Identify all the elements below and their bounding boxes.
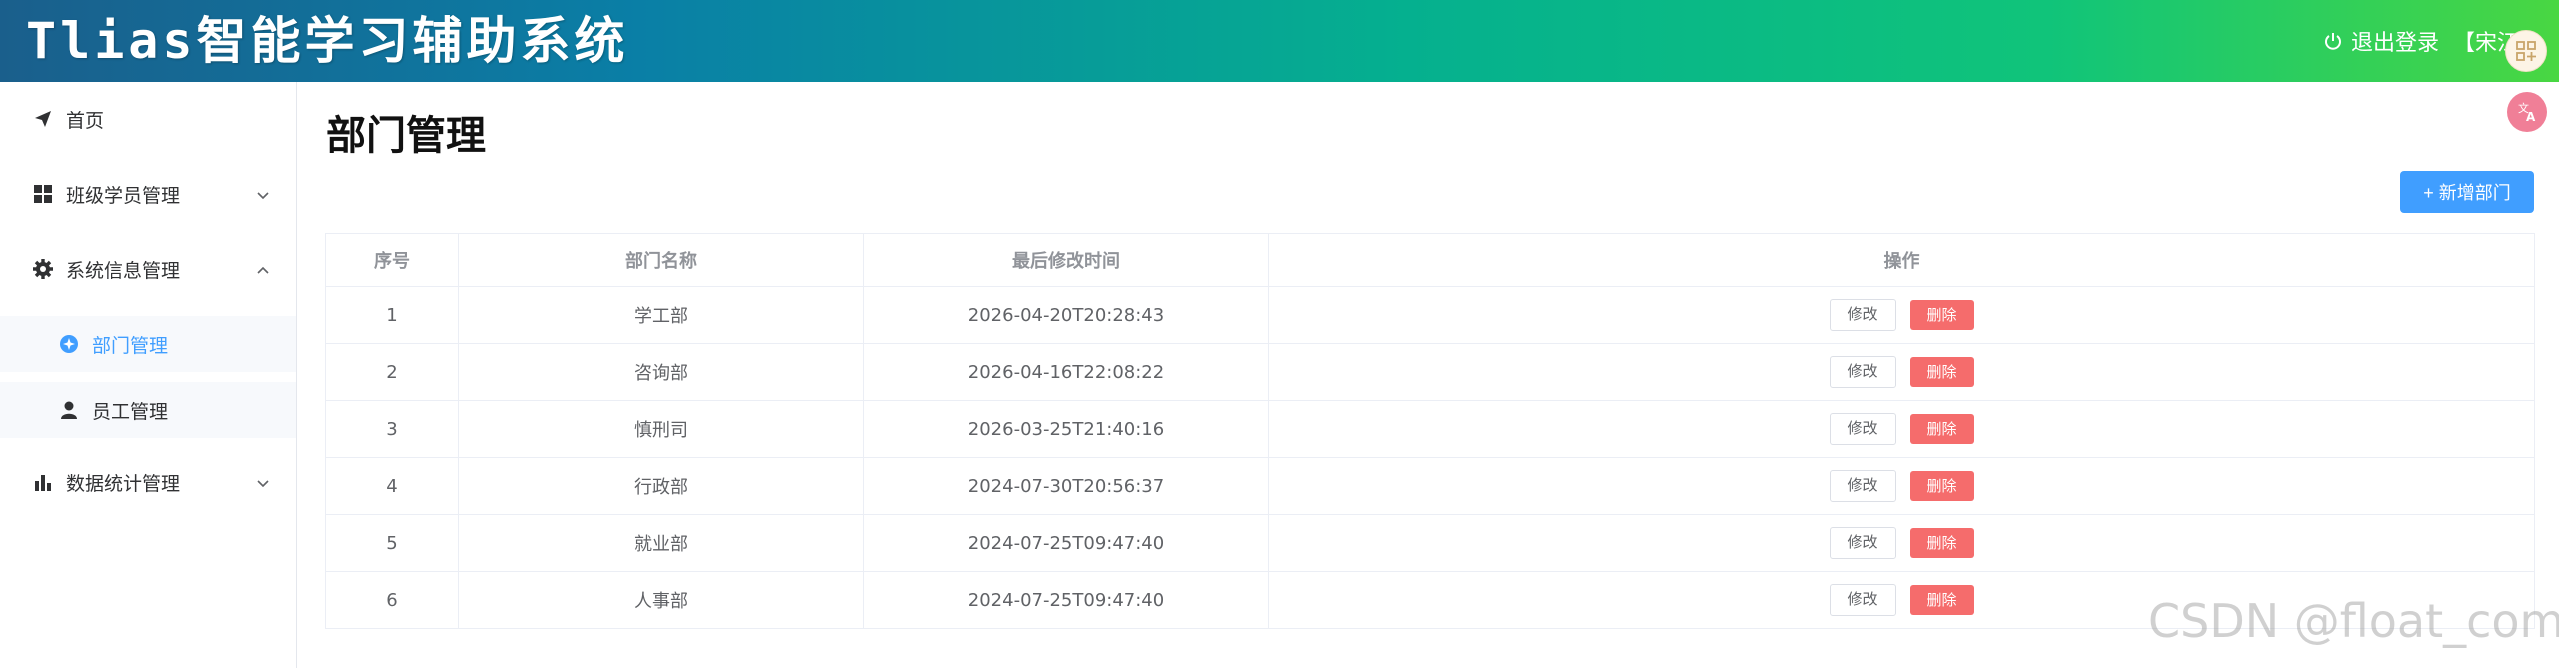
svg-text:A: A [2526, 110, 2536, 124]
table-row: 4 行政部 2024-07-30T20:56:37 修改 删除 [325, 457, 2535, 515]
edit-button[interactable]: 修改 [1829, 299, 1896, 331]
row-index: 6 [325, 571, 459, 629]
sidebar-item-system-info[interactable]: 系统信息管理 [0, 241, 296, 297]
department-name: 人事部 [458, 571, 864, 629]
row-index: 3 [325, 400, 459, 458]
updated-time: 2026-03-25T21:40:16 [863, 400, 1269, 458]
chevron-down-icon [256, 186, 270, 200]
edit-button[interactable]: 修改 [1829, 527, 1896, 559]
sidebar-item-label: 首页 [66, 109, 105, 132]
grid-icon [32, 183, 54, 205]
page-title: 部门管理 [326, 113, 486, 159]
delete-button[interactable]: 删除 [1909, 471, 1974, 501]
row-actions: 修改 删除 [1268, 400, 2535, 458]
updated-time: 2026-04-16T22:08:22 [863, 343, 1269, 401]
column-header: 最后修改时间 [863, 233, 1269, 287]
row-actions: 修改 删除 [1268, 514, 2535, 572]
gear-icon [32, 258, 54, 280]
app-header: Tlias智能学习辅助系统 退出登录 【宋江 [0, 0, 2559, 82]
department-name: 行政部 [458, 457, 864, 515]
paper-plane-icon [32, 108, 54, 130]
department-name: 慎刑司 [458, 400, 864, 458]
column-header: 序号 [325, 233, 459, 287]
chevron-down-icon [256, 474, 270, 488]
app-title: Tlias智能学习辅助系统 [26, 12, 629, 70]
edit-button[interactable]: 修改 [1829, 584, 1896, 616]
header-actions: 退出登录 【宋江 [2323, 24, 2519, 58]
delete-button[interactable]: 删除 [1909, 414, 1974, 444]
translate-widget-icon[interactable]: 文 A [2507, 92, 2547, 132]
row-index: 2 [325, 343, 459, 401]
department-name: 学工部 [458, 286, 864, 344]
bar-chart-icon [32, 471, 54, 493]
department-name: 咨询部 [458, 343, 864, 401]
row-actions: 修改 删除 [1268, 343, 2535, 401]
delete-button[interactable]: 删除 [1909, 585, 1974, 615]
delete-button[interactable]: 删除 [1909, 357, 1974, 387]
column-header: 操作 [1268, 233, 2535, 287]
sidebar-item-label: 数据统计管理 [66, 472, 181, 495]
compass-icon [58, 333, 80, 355]
sidebar-item-statistics[interactable]: 数据统计管理 [0, 454, 296, 510]
edit-button[interactable]: 修改 [1829, 413, 1896, 445]
column-header: 部门名称 [458, 233, 864, 287]
sidebar-item-class-students[interactable]: 班级学员管理 [0, 166, 296, 222]
updated-time: 2024-07-30T20:56:37 [863, 457, 1269, 515]
table-row: 5 就业部 2024-07-25T09:47:40 修改 删除 [325, 514, 2535, 572]
logout-link[interactable]: 退出登录 [2351, 25, 2439, 57]
sidebar-item-departments[interactable]: 部门管理 [0, 316, 296, 372]
edit-button[interactable]: 修改 [1829, 356, 1896, 388]
row-index: 5 [325, 514, 459, 572]
row-actions: 修改 删除 [1268, 286, 2535, 344]
department-table: 序号 部门名称 最后修改时间 操作 1 学工部 2026-04-20T20:28… [325, 233, 2535, 629]
delete-button[interactable]: 删除 [1909, 528, 1974, 558]
edit-button[interactable]: 修改 [1829, 470, 1896, 502]
sidebar-subitem-label: 部门管理 [92, 334, 169, 357]
row-index: 4 [325, 457, 459, 515]
sidebar-item-home[interactable]: 首页 [0, 91, 296, 147]
add-department-button[interactable]: + 新增部门 [2400, 171, 2534, 213]
updated-time: 2024-07-25T09:47:40 [863, 571, 1269, 629]
sidebar: 首页 班级学员管理 系统信息管理 部门管理 员工管理 数据统计管理 [0, 82, 297, 668]
power-icon[interactable] [2323, 31, 2343, 51]
chevron-up-icon [256, 261, 270, 275]
sidebar-item-label: 班级学员管理 [66, 184, 181, 207]
updated-time: 2024-07-25T09:47:40 [863, 514, 1269, 572]
table-header-row: 序号 部门名称 最后修改时间 操作 [325, 233, 2535, 287]
updated-time: 2026-04-20T20:28:43 [863, 286, 1269, 344]
table-row: 1 学工部 2026-04-20T20:28:43 修改 删除 [325, 286, 2535, 344]
table-row: 3 慎刑司 2026-03-25T21:40:16 修改 删除 [325, 400, 2535, 458]
row-actions: 修改 删除 [1268, 457, 2535, 515]
sidebar-item-label: 系统信息管理 [66, 259, 181, 282]
sidebar-item-employees[interactable]: 员工管理 [0, 382, 296, 438]
table-row: 2 咨询部 2026-04-16T22:08:22 修改 删除 [325, 343, 2535, 401]
sidebar-subitem-label: 员工管理 [92, 400, 169, 423]
department-name: 就业部 [458, 514, 864, 572]
delete-button[interactable]: 删除 [1909, 300, 1974, 330]
watermark: CSDN @float_com [2148, 594, 2559, 648]
apps-widget-icon[interactable] [2505, 30, 2547, 72]
user-icon [58, 399, 80, 421]
row-index: 1 [325, 286, 459, 344]
